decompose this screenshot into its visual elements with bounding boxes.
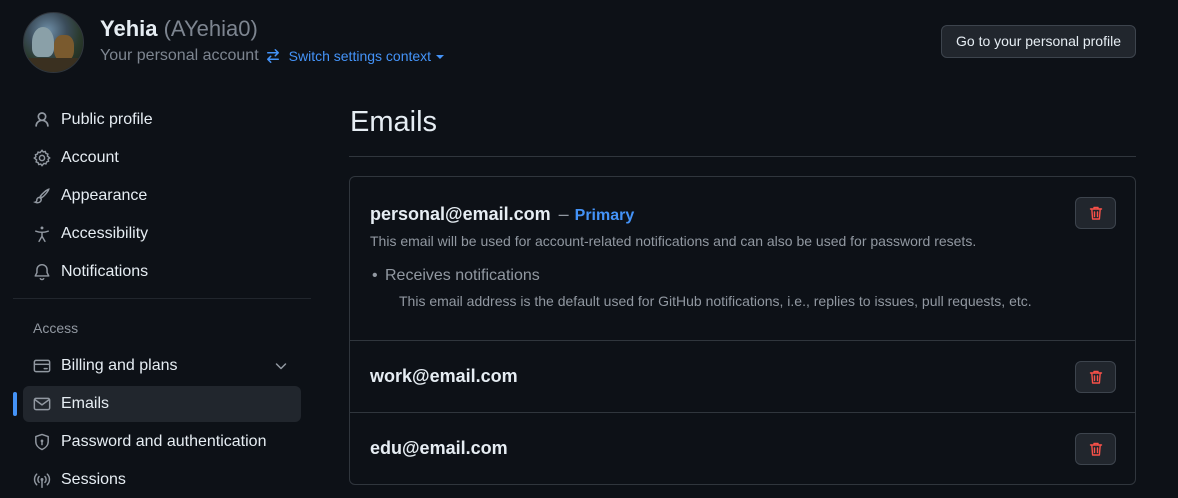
- receives-notifications-label: Receives notifications: [372, 267, 540, 285]
- email-address: work@email.com: [370, 366, 518, 386]
- user-name: Yehia (AYehia0): [100, 16, 258, 42]
- email-row-primary: personal@email.com – Primary This email wi…: [350, 177, 1135, 340]
- avatar[interactable]: [23, 12, 84, 73]
- email-address: edu@email.com: [370, 438, 508, 458]
- account-context-label: Your personal account: [100, 47, 259, 64]
- sidebar-item-notifications[interactable]: Notifications: [23, 254, 301, 290]
- delete-email-button[interactable]: [1075, 361, 1116, 393]
- sidebar-item-appearance[interactable]: Appearance: [23, 178, 301, 214]
- sidebar-item-label: Accessibility: [61, 225, 149, 242]
- sidebar-item-account[interactable]: Account: [23, 140, 301, 176]
- settings-sidebar: Public profile Account Appearance Access…: [13, 100, 311, 498]
- sidebar-group-heading: Access: [33, 320, 79, 336]
- account-context: Your personal account Switch settings co…: [100, 47, 445, 65]
- person-icon: [35, 112, 49, 127]
- primary-badge: Primary: [574, 207, 635, 224]
- receives-notifications-description: This email address is the default used f…: [399, 293, 1032, 309]
- sidebar-item-sessions[interactable]: Sessions: [23, 462, 301, 498]
- email-row: work@email.com: [350, 340, 1135, 412]
- sidebar-item-billing-and-plans[interactable]: Billing and plans: [23, 348, 301, 384]
- sidebar-item-label: Appearance: [61, 187, 148, 204]
- email-description: This email will be used for account-rela…: [370, 233, 977, 249]
- emails-settings-main: Emails personal@email.com – Primary This e…: [349, 100, 1136, 485]
- go-to-profile-button[interactable]: Go to your personal profile: [941, 25, 1136, 58]
- mail-icon: [33, 397, 51, 411]
- shield-lock-icon: [35, 433, 49, 451]
- email-address: personal@email.com: [370, 204, 551, 224]
- switch-settings-context-link[interactable]: Switch settings context: [265, 48, 445, 64]
- trash-icon: [1089, 442, 1102, 456]
- sidebar-item-label: Notifications: [61, 263, 149, 280]
- sidebar-item-accessibility[interactable]: Accessibility: [23, 216, 301, 252]
- gear-icon: [33, 149, 51, 167]
- email-address-heading: personal@email.com – Primary: [370, 204, 634, 225]
- user-display-name: Yehia: [100, 16, 158, 41]
- trash-icon: [1089, 206, 1102, 220]
- email-dash: –: [558, 204, 569, 224]
- settings-header: Yehia (AYehia0) Your personal account Sw…: [23, 12, 1136, 73]
- sidebar-item-label: Account: [61, 149, 119, 166]
- delete-email-button[interactable]: [1075, 197, 1116, 229]
- email-list: personal@email.com – Primary This email wi…: [349, 176, 1136, 485]
- switch-settings-context-label: Switch settings context: [288, 48, 432, 64]
- email-row: edu@email.com: [350, 412, 1135, 484]
- sidebar-item-label: Sessions: [61, 471, 126, 488]
- sidebar-item-label: Emails: [61, 395, 110, 412]
- sidebar-item-public-profile[interactable]: Public profile: [23, 102, 301, 138]
- sidebar-item-label: Billing and plans: [61, 357, 178, 374]
- arrow-switch-icon: [266, 49, 279, 63]
- sidebar-item-label: Password and authentication: [61, 433, 267, 450]
- page-title: Emails: [350, 106, 438, 138]
- credit-card-icon: [33, 359, 51, 373]
- user-handle: (AYehia0): [163, 16, 258, 41]
- sidebar-item-emails[interactable]: Emails: [13, 386, 301, 422]
- delete-email-button[interactable]: [1075, 433, 1116, 465]
- chevron-down-icon[interactable]: [273, 358, 289, 374]
- paintbrush-icon: [33, 188, 50, 204]
- bell-icon: [34, 263, 50, 281]
- sidebar-item-password-and-authentication[interactable]: Password and authentication: [23, 424, 301, 460]
- trash-icon: [1089, 370, 1102, 384]
- title-divider: [349, 156, 1136, 157]
- sidebar-item-label: Public profile: [61, 111, 153, 128]
- accessibility-icon: [35, 226, 49, 243]
- broadcast-icon: [33, 473, 51, 489]
- caret-down-icon: [436, 55, 445, 59]
